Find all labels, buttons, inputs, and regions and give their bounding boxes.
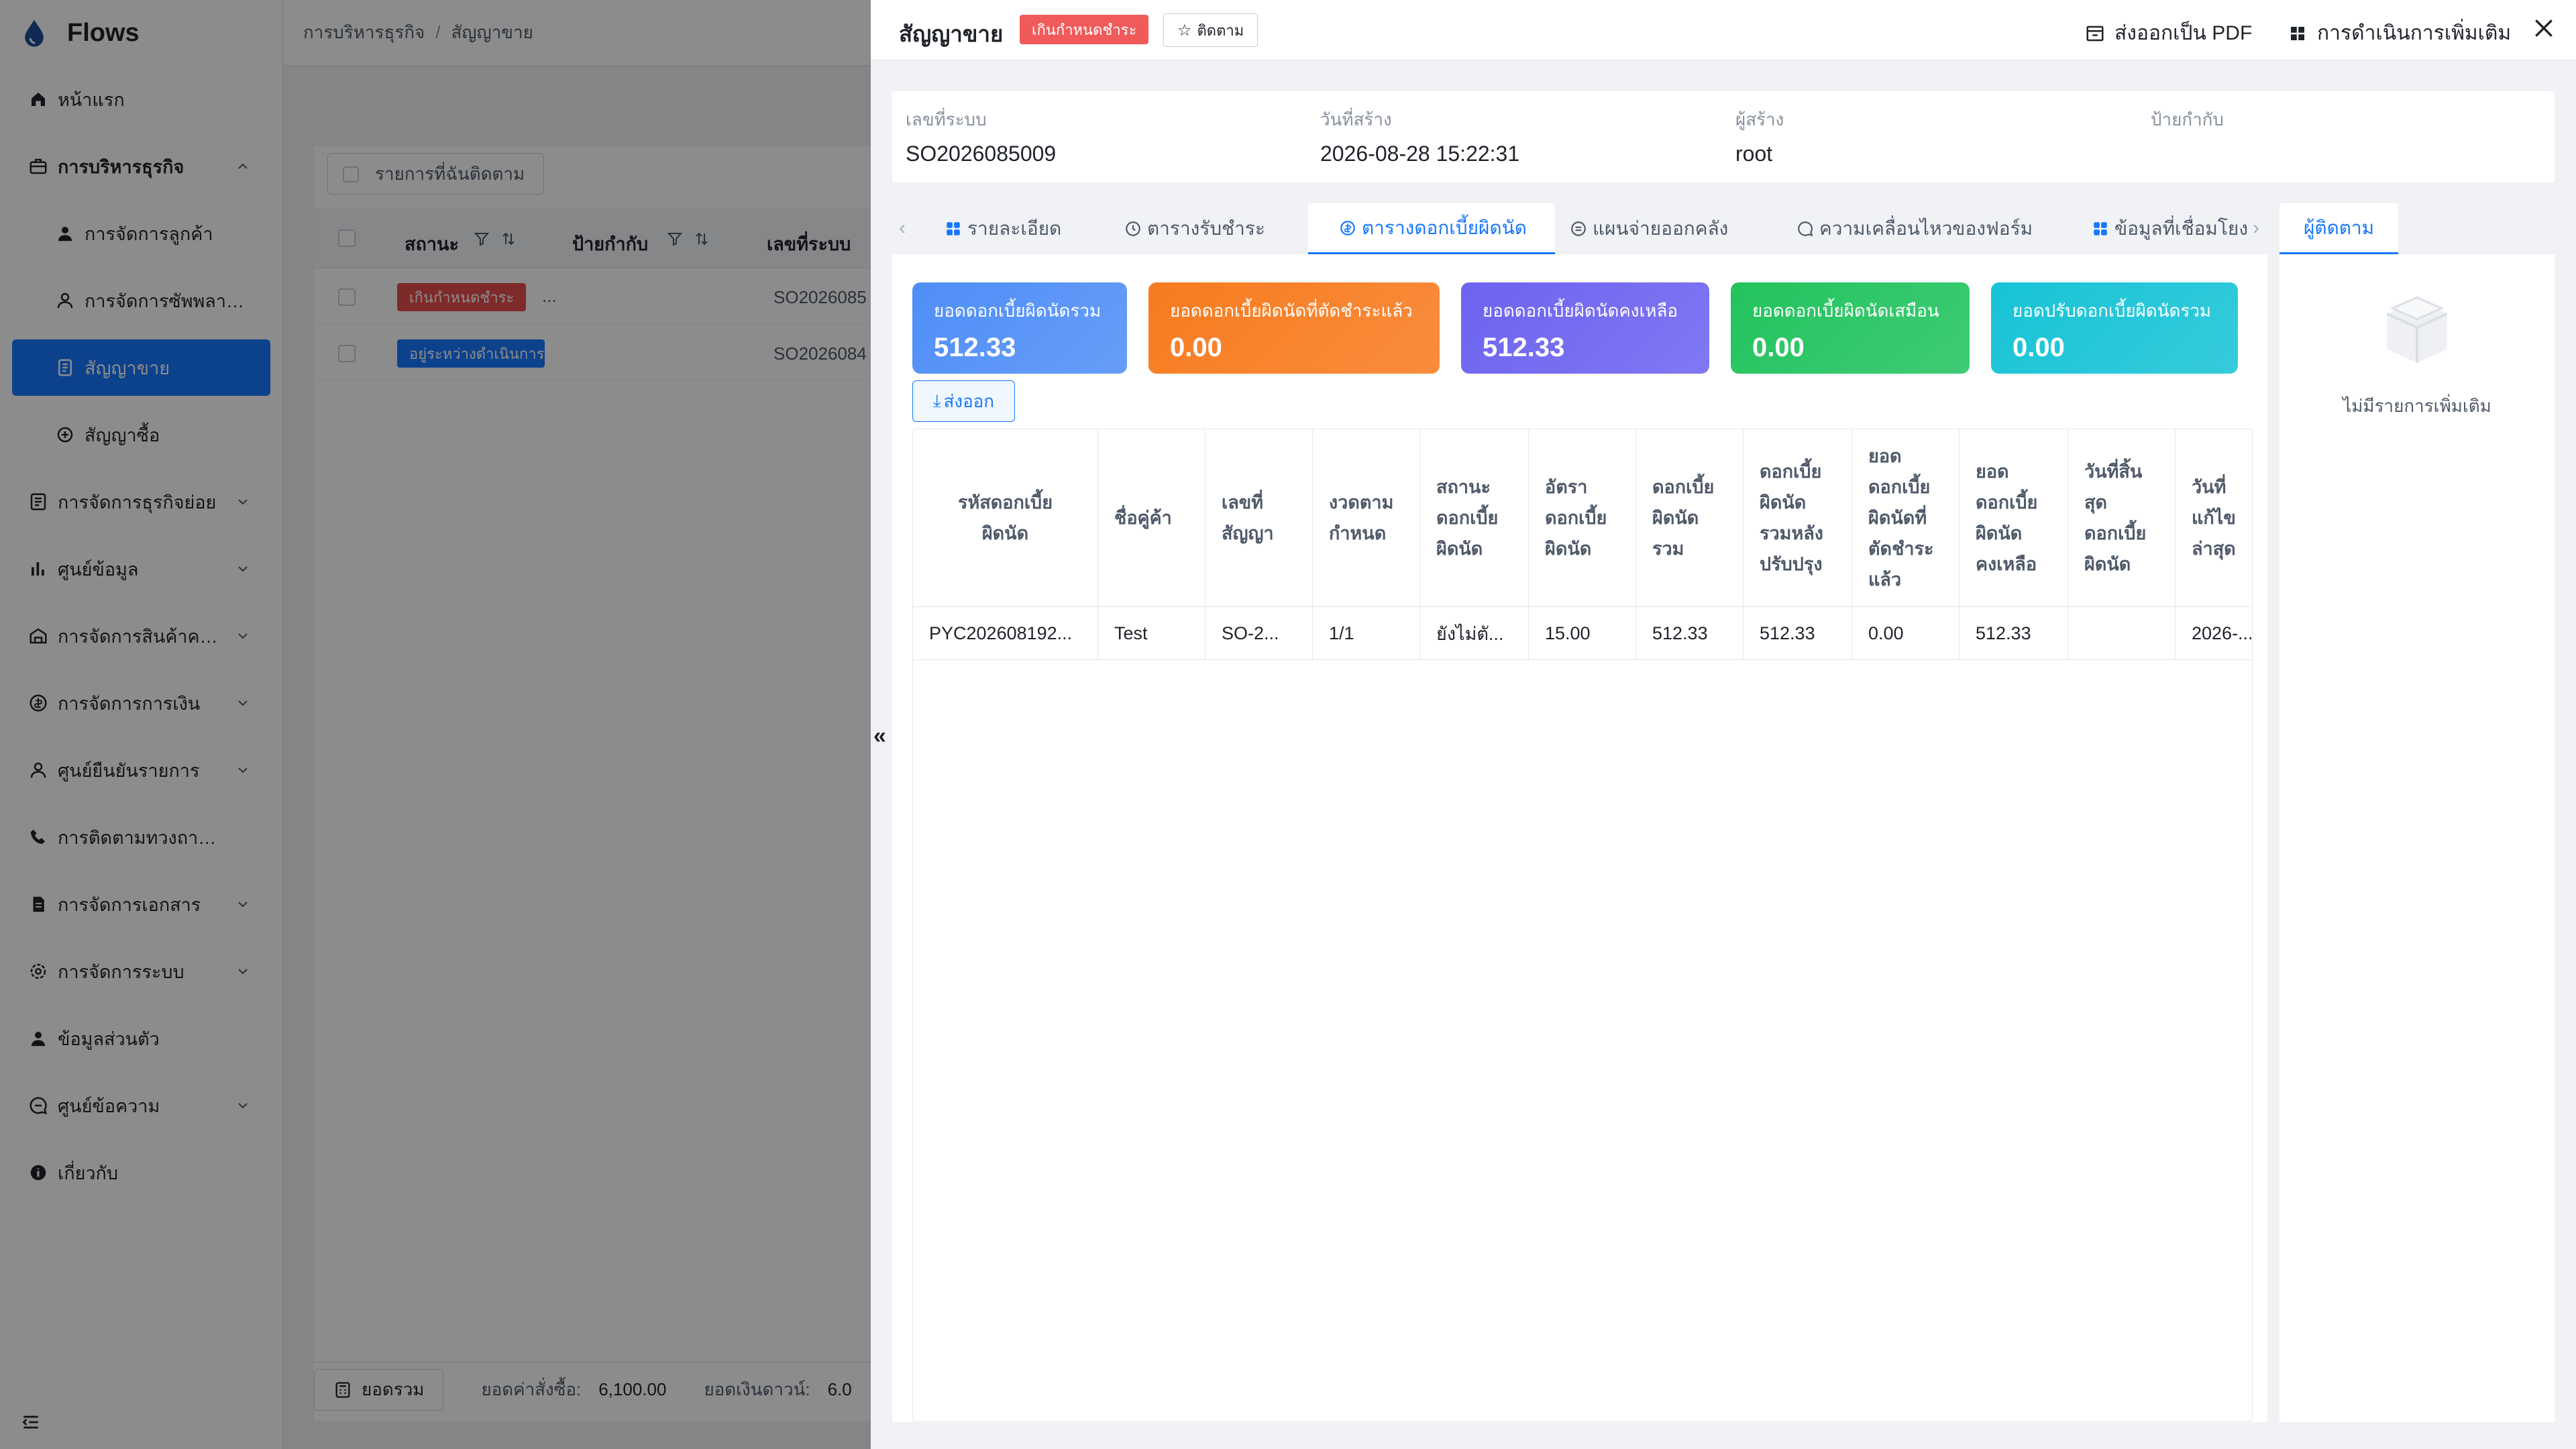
more-actions-button[interactable]: การดำเนินการเพิ่มเติม — [2288, 17, 2511, 49]
star-icon: ☆ — [1177, 21, 1192, 40]
table-cell: 2026-... — [2176, 606, 2252, 660]
export-pdf-button[interactable]: ส่งออกเป็น PDF — [2085, 17, 2252, 49]
tab-followers[interactable]: ผู้ติดตาม — [2279, 203, 2399, 254]
tab-linked-data[interactable]: ข้อมูลที่เชื่อมโยง — [2092, 203, 2248, 254]
column-header: งวดตาม กำหนด — [1313, 429, 1420, 606]
column-header: สถานะ ดอกเบี้ย ผิดนัด — [1420, 429, 1529, 606]
tab-label: ตารางดอกเบี้ยผิดนัด — [1362, 217, 1527, 238]
table-cell — [2068, 606, 2176, 660]
table-cell: Test — [1098, 606, 1205, 660]
kpi-title: ยอดดอกเบี้ยผิดนัดคงเหลือ — [1483, 301, 1678, 321]
info-label: วันที่สร้าง — [1320, 109, 1392, 129]
tabs-prev-icon[interactable]: ‹ — [899, 217, 906, 239]
kpi-card-remaining: ยอดดอกเบี้ยผิดนัดคงเหลือ 512.33 — [1461, 282, 1709, 374]
table-cell: 15.00 — [1529, 606, 1636, 660]
info-label: ป้ายกำกับ — [2151, 109, 2224, 129]
column-header: วันที่ แก้ไข ล่าสุด — [2176, 429, 2252, 606]
column-header: ยอด ดอกเบี้ย ผิดนัดที่ ตัดชำระ แล้ว — [1852, 429, 1960, 606]
late-interest-panel: ยอดดอกเบี้ยผิดนัดรวม 512.33 ยอดดอกเบี้ยผ… — [892, 254, 2267, 1422]
info-value: SO2026085009 — [906, 142, 1057, 166]
empty-box-icon — [2386, 296, 2448, 363]
tab-delivery-plan[interactable]: แผนจ่ายออกคลัง — [1570, 203, 1728, 254]
tab-details[interactable]: รายละเอียด — [945, 203, 1061, 254]
kpi-value: 512.33 — [934, 333, 1016, 362]
tab-form-activity[interactable]: ความเคลื่อนไหวของฟอร์ม — [1796, 203, 2033, 254]
modal-mask[interactable] — [0, 0, 871, 1449]
tab-label: แผนจ่ายออกคลัง — [1593, 218, 1729, 239]
empty-state-text: ไม่มีรายการเพิ่มเติม — [2343, 396, 2491, 416]
table-cell: 0.00 — [1852, 606, 1960, 660]
tab-label: ความเคลื่อนไหวของฟอร์ม — [1819, 218, 2033, 239]
info-field: ผู้สร้าง root — [1735, 106, 1784, 166]
followers-panel: ผู้ติดตาม ไม่มีรายการเพิ่มเติม — [2279, 203, 2555, 1422]
contract-drawer: สัญญาขาย เกินกำหนดชำระ ☆ ติดตาม ส่งออกเป… — [871, 0, 2576, 1449]
column-header: วันที่สิ้น สุด ดอกเบี้ย ผิดนัด — [2068, 429, 2176, 606]
info-field: วันที่สร้าง 2026-08-28 15:22:31 — [1320, 106, 1519, 166]
tab-label: รายละเอียด — [967, 218, 1062, 239]
kpi-title: ยอดปรับดอกเบี้ยผิดนัดรวม — [2012, 301, 2212, 321]
column-header: ดอกเบี้ย ผิดนัด รวม — [1636, 429, 1743, 606]
apps-icon — [947, 222, 960, 235]
kpi-value: 0.00 — [2012, 333, 2065, 362]
export-pdf-label: ส่งออกเป็น PDF — [2114, 22, 2253, 44]
info-field: ป้ายกำกับ — [2151, 106, 2224, 142]
plan-icon — [1571, 221, 1586, 236]
chat-icon — [1798, 221, 1813, 237]
tab-label: ตารางรับชำระ — [1147, 218, 1265, 239]
drawer-title: สัญญาขาย — [899, 21, 1004, 46]
overdue-badge: เกินกำหนดชำระ — [1020, 15, 1149, 44]
kpi-card-virtual: ยอดดอกเบี้ยผิดนัดเสมือน 0.00 — [1731, 282, 1970, 374]
expand-panel-icon[interactable]: « — [873, 723, 886, 749]
info-label: ผู้สร้าง — [1735, 109, 1784, 129]
grid-icon — [2291, 26, 2304, 40]
kpi-value: 512.33 — [1483, 333, 1565, 362]
export-label: ส่งออก — [943, 390, 995, 411]
more-actions-label: การดำเนินการเพิ่มเติม — [2317, 22, 2512, 44]
table-cell: PYC202608192... — [913, 606, 1098, 660]
column-header: รหัสดอกเบี้ย ผิดนัด — [913, 429, 1098, 606]
clock-icon — [1126, 221, 1140, 236]
table-cell: ยังไม่ตั... — [1420, 606, 1529, 660]
kpi-title: ยอดดอกเบี้ยผิดนัดเสมือน — [1752, 301, 1939, 321]
kpi-value: 0.00 — [1170, 333, 1222, 362]
info-value: 2026-08-28 15:22:31 — [1320, 142, 1520, 166]
column-header: เลขที่ สัญญา — [1205, 429, 1313, 606]
follow-button-label: ติดตาม — [1197, 21, 1244, 39]
contract-info: เลขที่ระบบ SO2026085009 วันที่สร้าง 2026… — [892, 91, 2555, 182]
coin-icon — [1340, 220, 1355, 235]
tab-label: ข้อมูลที่เชื่อมโยง — [2114, 218, 2248, 239]
close-icon[interactable] — [2530, 15, 2557, 42]
kpi-title: ยอดดอกเบี้ยผิดนัดที่ตัดชำระแล้ว — [1170, 301, 1413, 321]
export-button[interactable]: ⤓ ส่งออก — [912, 380, 1016, 422]
download-icon: ⤓ — [933, 390, 941, 411]
late-interest-table: รหัสดอกเบี้ย ผิดนัด PYC202608192... ชื่อคู… — [912, 429, 2253, 1421]
column-header: ดอกเบี้ย ผิดนัด รวมหลัง ปรับปรุง — [1743, 429, 1852, 606]
column-header: อัตรา ดอกเบี้ย ผิดนัด — [1529, 429, 1636, 606]
kpi-card-paid: ยอดดอกเบี้ยผิดนัดที่ตัดชำระแล้ว 0.00 — [1148, 282, 1440, 374]
drawer-header: สัญญาขาย เกินกำหนดชำระ ☆ ติดตาม ส่งออกเป… — [871, 0, 2576, 60]
kpi-value: 0.00 — [1752, 333, 1805, 362]
follow-button[interactable]: ☆ ติดตาม — [1163, 13, 1258, 47]
tabs-next-icon[interactable]: › — [2253, 217, 2259, 239]
table-cell: 512.33 — [1743, 606, 1852, 660]
table-cell: 512.33 — [1960, 606, 2068, 660]
table-cell: 512.33 — [1636, 606, 1743, 660]
table-cell: SO-2... — [1205, 606, 1313, 660]
info-field: เลขที่ระบบ SO2026085009 — [906, 106, 1056, 166]
kpi-card-total: ยอดดอกเบี้ยผิดนัดรวม 512.33 — [912, 282, 1127, 374]
column-header: ชื่อคู่ค้า — [1098, 429, 1205, 606]
apps-icon — [2094, 222, 2107, 235]
info-label: เลขที่ระบบ — [906, 109, 987, 129]
kpi-card-adjustment: ยอดปรับดอกเบี้ยผิดนัดรวม 0.00 — [1991, 282, 2238, 374]
table-cell: 1/1 — [1313, 606, 1420, 660]
kpi-title: ยอดดอกเบี้ยผิดนัดรวม — [934, 301, 1102, 321]
column-header: ยอด ดอกเบี้ย ผิดนัด คงเหลือ — [1960, 429, 2068, 606]
tab-late-interest[interactable]: ตารางดอกเบี้ยผิดนัด — [1308, 203, 1555, 254]
export-icon — [2086, 25, 2104, 41]
tab-payment-schedule[interactable]: ตารางรับชำระ — [1124, 203, 1265, 254]
info-value: root — [1735, 142, 1773, 166]
